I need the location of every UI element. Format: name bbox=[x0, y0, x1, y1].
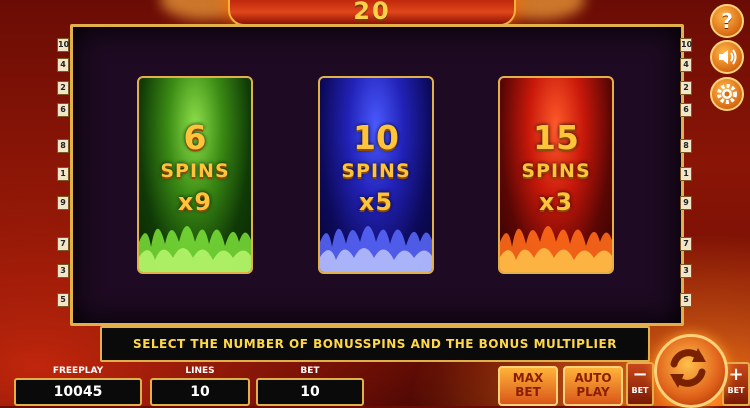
gear-icon bbox=[717, 84, 737, 104]
card-multiplier: x3 bbox=[538, 188, 574, 216]
line-indicator[interactable]: 6 bbox=[680, 103, 692, 117]
line-indicator[interactable]: 3 bbox=[680, 264, 692, 278]
sound-button[interactable] bbox=[710, 40, 744, 74]
card-multiplier: x5 bbox=[358, 188, 394, 216]
card-spins-count: 10 bbox=[353, 118, 399, 157]
help-icon: ? bbox=[721, 9, 733, 33]
line-indicator[interactable]: 8 bbox=[57, 139, 69, 153]
line-indicator[interactable]: 2 bbox=[57, 81, 69, 95]
lines-value: 10 bbox=[150, 378, 250, 406]
card-spins-label: SPINS bbox=[160, 160, 230, 182]
auto-play-label-1: AUTO bbox=[574, 371, 612, 385]
line-indicator[interactable]: 3 bbox=[57, 264, 69, 278]
card-spins-count: 15 bbox=[533, 118, 579, 157]
bonus-card-red[interactable]: 15 SPINS x3 bbox=[498, 76, 614, 274]
max-bet-button[interactable]: MAX BET bbox=[498, 366, 558, 406]
bet-plus-label: BET bbox=[727, 386, 745, 395]
line-indicator[interactable]: 2 bbox=[680, 81, 692, 95]
bet-minus-button[interactable]: − BET bbox=[626, 362, 654, 406]
line-indicator[interactable]: 5 bbox=[57, 293, 69, 307]
lines-label: LINES bbox=[185, 366, 215, 376]
freeplay-label: FREEPLAY bbox=[52, 366, 104, 376]
refresh-icon bbox=[670, 348, 706, 388]
settings-button[interactable] bbox=[710, 77, 744, 111]
auto-play-label-2: PLAY bbox=[576, 385, 610, 399]
freeplay-value: 10045 bbox=[14, 378, 142, 406]
line-indicator[interactable]: 6 bbox=[57, 103, 69, 117]
line-indicator[interactable]: 10 bbox=[57, 38, 69, 52]
speaker-icon bbox=[719, 49, 737, 65]
card-spins-count: 6 bbox=[183, 118, 207, 157]
win-banner: 20 bbox=[228, 0, 516, 26]
line-indicator[interactable]: 10 bbox=[680, 38, 692, 52]
line-indicator[interactable]: 7 bbox=[680, 237, 692, 251]
minus-icon: − bbox=[632, 364, 648, 385]
card-spins-label: SPINS bbox=[341, 160, 411, 182]
card-multiplier: x9 bbox=[177, 188, 213, 216]
bet-minus-label: BET bbox=[631, 386, 649, 395]
bet-label: BET bbox=[300, 366, 320, 376]
card-spins-label: SPINS bbox=[521, 160, 591, 182]
line-indicator[interactable]: 7 bbox=[57, 237, 69, 251]
bet-value: 10 bbox=[256, 378, 364, 406]
max-bet-label-2: BET bbox=[515, 385, 541, 399]
line-indicator[interactable]: 4 bbox=[680, 58, 692, 72]
win-amount: 20 bbox=[353, 0, 391, 25]
max-bet-label-1: MAX bbox=[512, 371, 544, 385]
line-indicator[interactable]: 9 bbox=[57, 196, 69, 210]
instruction-message: SELECT THE NUMBER OF BONUSSPINS AND THE … bbox=[100, 326, 650, 362]
line-indicator[interactable]: 4 bbox=[57, 58, 69, 72]
auto-play-button[interactable]: AUTO PLAY bbox=[563, 366, 623, 406]
help-button[interactable]: ? bbox=[710, 4, 744, 38]
line-indicator[interactable]: 5 bbox=[680, 293, 692, 307]
bonus-card-blue[interactable]: 10 SPINS x5 bbox=[318, 76, 434, 274]
line-indicator[interactable]: 8 bbox=[680, 139, 692, 153]
line-indicator[interactable]: 1 bbox=[57, 167, 69, 181]
line-indicator[interactable]: 1 bbox=[680, 167, 692, 181]
bonus-card-green[interactable]: 6 SPINS x9 bbox=[137, 76, 253, 274]
spin-button[interactable] bbox=[654, 334, 728, 408]
line-indicator[interactable]: 9 bbox=[680, 196, 692, 210]
